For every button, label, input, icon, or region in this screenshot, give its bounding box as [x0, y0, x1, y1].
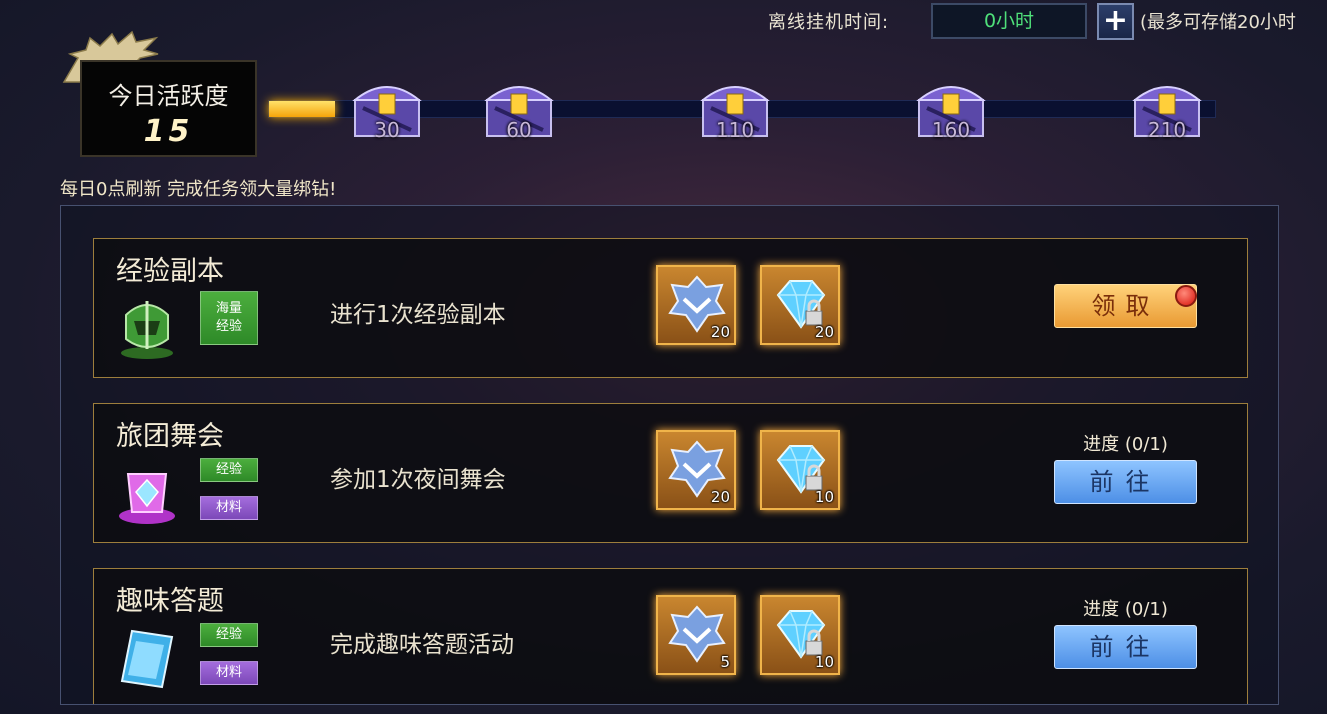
reward-activity[interactable]: 20 [656, 430, 736, 510]
chest-threshold: 210 [1147, 118, 1187, 142]
tag-exp: 经验 [200, 623, 258, 647]
goto-button[interactable]: 前往 [1054, 460, 1197, 504]
chest-threshold: 30 [374, 118, 400, 142]
activity-score: 15 [143, 114, 194, 149]
reward-bound-diamond[interactable]: 10 [760, 595, 840, 675]
reward-bound-diamond[interactable]: 10 [760, 430, 840, 510]
tag-exp: 经验 [200, 458, 258, 482]
offline-time-value: 0小时 [931, 3, 1087, 39]
reward-count: 20 [814, 323, 834, 341]
chest-threshold: 110 [715, 118, 755, 142]
reward-count: 20 [710, 323, 730, 341]
activity-chest[interactable]: 210 [1129, 74, 1205, 142]
task-progress: 进度 (0/1) [1083, 599, 1168, 620]
task-progress: 进度 (0/1) [1083, 434, 1168, 455]
task-description: 参加1次夜间舞会 [330, 467, 506, 493]
activity-chest[interactable]: 30 [349, 74, 425, 142]
tag-massive-exp: 海量 经验 [200, 291, 258, 345]
reward-count: 20 [710, 488, 730, 506]
helmet-icon [121, 301, 173, 359]
notification-dot [1175, 285, 1197, 307]
offline-storage-note: (最多可存储20小时 [1140, 12, 1296, 33]
activity-badge-icon [668, 605, 726, 663]
activity-progress-fill [269, 101, 336, 117]
reward-count: 5 [720, 653, 730, 671]
activity-chest[interactable]: 60 [481, 74, 557, 142]
chest-threshold: 160 [931, 118, 971, 142]
tag-material: 材料 [200, 661, 258, 685]
quiz-card-icon [120, 629, 174, 689]
reward-activity[interactable]: 5 [656, 595, 736, 675]
task-name: 趣味答题 [116, 586, 224, 617]
task-row-exp-dungeon: 经验副本 海量 经验 进行1次经验副本 20 20 领取 [93, 238, 1248, 378]
activity-title: 今日活跃度 [108, 82, 229, 110]
refresh-tip: 每日0点刷新 完成任务领大量绑钻! [60, 179, 337, 200]
task-row-quiz: 趣味答题 经验 材料 完成趣味答题活动 5 10 进度 (0/1) 前往 [93, 568, 1248, 704]
task-name: 旅团舞会 [116, 421, 224, 452]
activity-score-box: 今日活跃度 15 [80, 60, 257, 157]
activity-chest[interactable]: 110 [697, 74, 773, 142]
chest-threshold: 60 [506, 118, 532, 142]
task-panel: 经验副本 海量 经验 进行1次经验副本 20 20 领取 旅团舞会 经验 材料 … [60, 205, 1279, 705]
reward-activity[interactable]: 20 [656, 265, 736, 345]
dance-gem-icon [119, 473, 175, 524]
task-description: 进行1次经验副本 [330, 302, 506, 328]
activity-chest[interactable]: 160 [913, 74, 989, 142]
task-name: 经验副本 [116, 256, 224, 287]
reward-count: 10 [814, 653, 834, 671]
goto-button[interactable]: 前往 [1054, 625, 1197, 669]
task-description: 完成趣味答题活动 [330, 632, 514, 658]
tag-material: 材料 [200, 496, 258, 520]
task-row-guild-dance: 旅团舞会 经验 材料 参加1次夜间舞会 20 10 进度 (0/1) 前往 [93, 403, 1248, 543]
reward-bound-diamond[interactable]: 20 [760, 265, 840, 345]
reward-count: 10 [814, 488, 834, 506]
add-offline-time-button[interactable]: + [1097, 3, 1134, 40]
offline-time-label: 离线挂机时间: [768, 12, 890, 33]
